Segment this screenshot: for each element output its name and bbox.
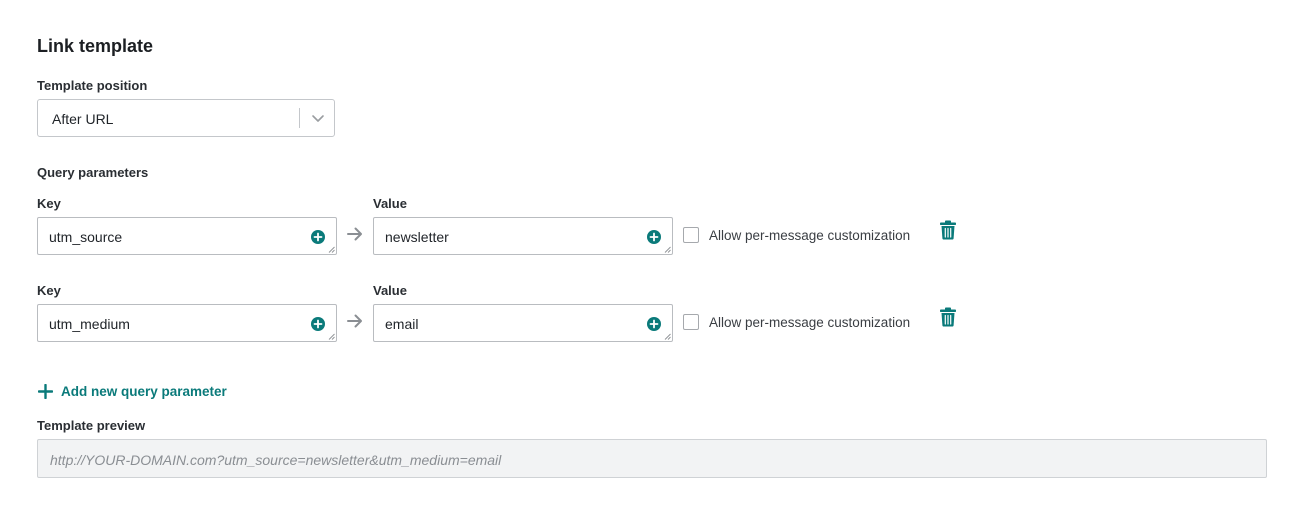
plus-icon (38, 384, 53, 399)
chevron-down-icon[interactable] (310, 110, 326, 126)
select-separator (299, 108, 300, 128)
template-position-value: After URL (52, 111, 114, 127)
template-preview-value: http://YOUR-DOMAIN.com?utm_source=newsle… (50, 452, 502, 468)
key-input[interactable]: utm_medium (37, 304, 337, 342)
value-input-value: newsletter (385, 229, 449, 245)
add-merge-field-icon[interactable] (311, 230, 325, 244)
query-parameters-label: Query parameters (37, 165, 149, 180)
resize-handle-icon[interactable] (328, 246, 335, 253)
section-title: Link template (37, 36, 154, 56)
resize-handle-icon[interactable] (664, 333, 671, 340)
key-input[interactable]: utm_source (37, 217, 337, 255)
key-label: Key (37, 283, 61, 298)
template-preview-label: Template preview (37, 418, 146, 433)
add-merge-field-icon[interactable] (311, 317, 325, 331)
value-label: Value (373, 283, 407, 298)
add-merge-field-icon[interactable] (647, 230, 661, 244)
arrow-right-icon (347, 227, 362, 241)
key-input-value: utm_medium (49, 316, 130, 332)
value-label: Value (373, 196, 407, 211)
resize-handle-icon[interactable] (328, 333, 335, 340)
trash-icon[interactable] (939, 307, 957, 327)
allow-customization-checkbox[interactable] (683, 227, 699, 243)
value-input-value: email (385, 316, 419, 332)
allow-customization-label[interactable]: Allow per-message customization (709, 228, 910, 243)
template-preview-field: http://YOUR-DOMAIN.com?utm_source=newsle… (37, 439, 1267, 478)
key-input-value: utm_source (49, 229, 123, 245)
allow-customization-checkbox[interactable] (683, 314, 699, 330)
allow-customization-label[interactable]: Allow per-message customization (709, 315, 910, 330)
value-input[interactable]: email (373, 304, 673, 342)
arrow-right-icon (347, 314, 362, 328)
value-input[interactable]: newsletter (373, 217, 673, 255)
add-query-parameter-button[interactable]: Add new query parameter (38, 384, 227, 399)
resize-handle-icon[interactable] (664, 246, 671, 253)
key-label: Key (37, 196, 61, 211)
add-merge-field-icon[interactable] (647, 317, 661, 331)
add-query-parameter-label: Add new query parameter (61, 384, 227, 399)
template-position-select[interactable]: After URL (37, 99, 335, 137)
template-position-label: Template position (37, 78, 148, 93)
trash-icon[interactable] (939, 220, 957, 240)
